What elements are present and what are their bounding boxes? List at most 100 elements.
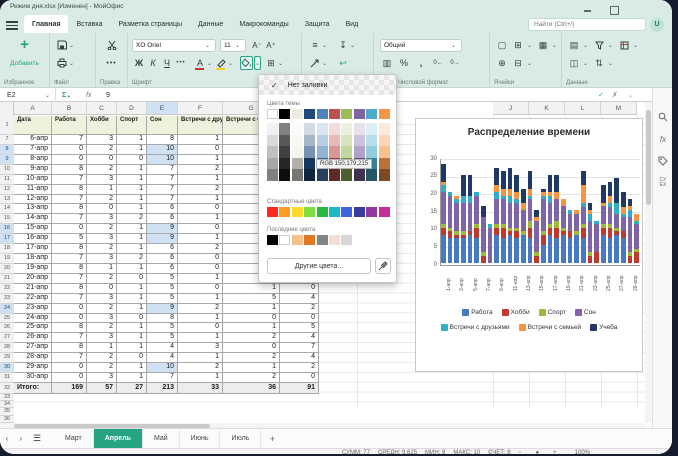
standard-color-swatch[interactable] — [341, 207, 352, 217]
table-cell[interactable]: 15-апр — [14, 224, 52, 234]
stacked-bar-30-апр[interactable] — [634, 214, 639, 263]
theme-shade-swatch[interactable] — [292, 169, 303, 181]
table-cell[interactable]: 2 — [280, 363, 319, 373]
recent-color-swatch[interactable] — [267, 235, 278, 245]
more-edit-icon[interactable]: ••• — [106, 56, 118, 70]
stacked-bar-26-апр[interactable] — [608, 182, 613, 263]
table-cell[interactable]: 0 — [87, 204, 117, 214]
stacked-bar-10-апр[interactable] — [501, 171, 506, 263]
stacked-bar-21-апр[interactable] — [574, 210, 579, 263]
decrease-decimal-icon[interactable]: 0← — [432, 56, 444, 70]
table-cell[interactable]: 1 — [223, 284, 280, 294]
row-header-14[interactable]: 14 — [0, 204, 14, 214]
stacked-bar-13-апр[interactable] — [521, 189, 526, 263]
increase-decimal-icon[interactable]: 0→ — [449, 56, 461, 70]
table-cell[interactable]: 2 — [87, 323, 117, 333]
insert-cells-icon[interactable]: ⊞ — [512, 38, 524, 52]
stacked-bar-2-апр[interactable] — [448, 192, 453, 263]
table-cell[interactable]: 26-апр — [14, 333, 52, 343]
add-icon[interactable]: + — [20, 39, 29, 51]
recent-color-swatch[interactable] — [304, 235, 315, 245]
theme-shade-swatch[interactable] — [279, 135, 290, 147]
table-cell[interactable]: 8 — [52, 204, 87, 214]
table-cell[interactable]: 1 — [117, 304, 147, 314]
standard-color-swatch[interactable] — [366, 207, 377, 217]
table-cell[interactable]: 8 — [52, 264, 87, 274]
theme-shade-swatch[interactable] — [354, 146, 365, 158]
table-cell[interactable]: 6 — [147, 264, 178, 274]
menu-tab-Главная[interactable]: Главная — [24, 15, 68, 33]
print-caret-icon[interactable]: ⌄ — [69, 60, 76, 67]
standard-color-swatch[interactable] — [267, 207, 278, 217]
vertical-scrollbar-thumb[interactable] — [646, 110, 651, 205]
table-cell[interactable]: 2 — [87, 274, 117, 284]
next-sheet-icon[interactable]: › — [14, 434, 28, 443]
table-cell[interactable]: 0 — [280, 373, 319, 383]
cells-style-caret-icon[interactable]: ⌄ — [552, 42, 559, 49]
row-header-32[interactable]: 32 — [0, 383, 14, 394]
theme-color-swatch[interactable] — [292, 109, 303, 119]
vertical-align-icon[interactable]: ↧ — [337, 38, 349, 52]
wrap-text-icon[interactable]: ↩ — [337, 56, 349, 70]
row-header-26[interactable]: 26 — [0, 323, 14, 333]
table-cell[interactable]: 10 — [147, 155, 178, 165]
theme-shade-swatch[interactable] — [317, 123, 328, 135]
table-cell[interactable]: 18-апр — [14, 254, 52, 264]
table-cell[interactable]: 6 — [147, 214, 178, 224]
table-cell[interactable]: 0 — [178, 224, 223, 234]
table-cell[interactable]: 9 — [147, 224, 178, 234]
table-header-cell[interactable]: Спорт — [117, 116, 147, 135]
table-header-cell[interactable]: Работа — [52, 116, 87, 135]
highlighted-color-swatch[interactable] — [317, 146, 328, 158]
table-cell[interactable]: 2 — [87, 145, 117, 155]
row-header-34[interactable]: 34 — [0, 401, 14, 408]
row-header-18[interactable]: 18 — [0, 244, 14, 254]
table-cell[interactable]: 3 — [87, 333, 117, 343]
theme-color-swatch[interactable] — [267, 109, 278, 119]
table-cell[interactable]: 7 — [147, 195, 178, 205]
pivot-caret-icon[interactable]: ⌄ — [633, 42, 640, 49]
cell-name-box[interactable]: E2⌄ — [4, 88, 56, 102]
totals-cell[interactable]: 33 — [178, 383, 223, 394]
theme-shade-swatch[interactable] — [304, 158, 315, 170]
stacked-bar-28-апр[interactable] — [621, 192, 626, 263]
menu-tab-Защита[interactable]: Защита — [297, 15, 338, 33]
rotate-text-icon[interactable] — [309, 56, 321, 70]
filter-caret-icon[interactable]: ⌄ — [608, 42, 615, 49]
table-cell[interactable]: 2 — [178, 363, 223, 373]
row-header-16[interactable]: 16 — [0, 224, 14, 234]
theme-shade-swatch[interactable] — [317, 135, 328, 147]
table-cell[interactable]: 2 — [87, 363, 117, 373]
table-cell[interactable]: 0 — [223, 314, 280, 324]
table-cell[interactable]: 7 — [52, 294, 87, 304]
theme-shade-swatch[interactable] — [279, 158, 290, 170]
table-cell[interactable]: 1 — [87, 264, 117, 274]
stacked-bar-27-апр[interactable] — [614, 178, 619, 263]
table-cell[interactable]: 0 — [117, 155, 147, 165]
table-cell[interactable]: 2 — [178, 165, 223, 175]
delete-cells-caret-icon[interactable]: ⌄ — [527, 60, 534, 67]
theme-shade-swatch[interactable] — [354, 123, 365, 135]
other-colors-button[interactable]: Другие цвета... — [267, 258, 371, 274]
stacked-bar-14-апр[interactable] — [528, 171, 533, 263]
table-cell[interactable]: 28-апр — [14, 353, 52, 363]
font-color-caret-icon[interactable]: ⌄ — [207, 60, 214, 67]
recent-color-swatch[interactable] — [329, 235, 340, 245]
table-cell[interactable]: 7 — [52, 274, 87, 284]
table-cell[interactable]: 7-апр — [14, 145, 52, 155]
table-cell[interactable]: 1 — [117, 224, 147, 234]
table-cell[interactable]: 1 — [87, 343, 117, 353]
table-cell[interactable]: 2 — [178, 304, 223, 314]
theme-shade-swatch[interactable] — [379, 158, 390, 170]
table-cell[interactable]: 19-апр — [14, 264, 52, 274]
standard-color-swatch[interactable] — [354, 207, 365, 217]
search-input[interactable] — [528, 18, 646, 31]
table-cell[interactable]: 1 — [117, 165, 147, 175]
table-cell[interactable]: 2 — [117, 254, 147, 264]
theme-shade-swatch[interactable] — [317, 169, 328, 181]
table-cell[interactable]: 0 — [87, 155, 117, 165]
table-cell[interactable]: 0 — [52, 363, 87, 373]
pivot-icon[interactable] — [618, 38, 630, 52]
autosum-button[interactable]: Σ⌄ — [62, 88, 73, 102]
standard-color-swatch[interactable] — [379, 207, 390, 217]
